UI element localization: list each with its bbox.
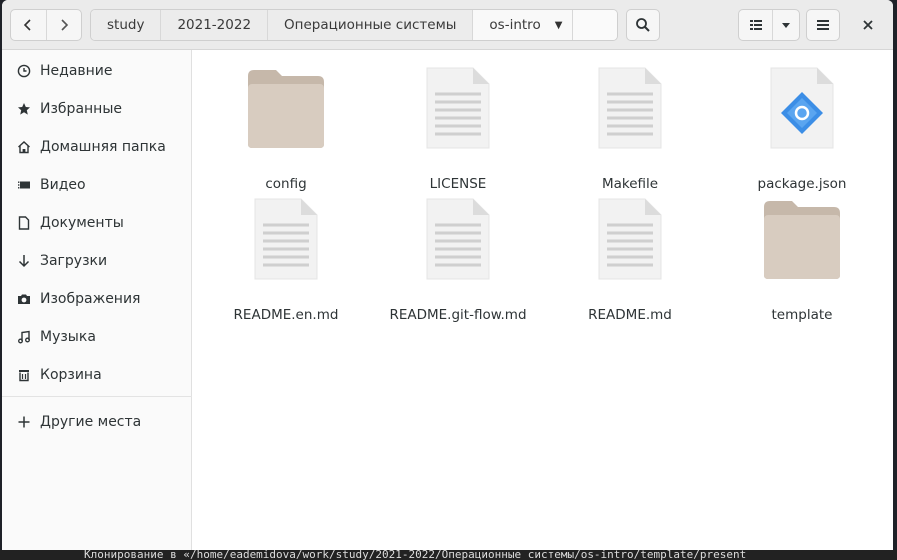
document-icon	[16, 215, 32, 231]
sidebar-item-recent[interactable]: Недавние	[2, 56, 192, 86]
file-item-makefile[interactable]: Makefile	[545, 66, 715, 192]
header-bar: study 2021-2022 Операционные системы os-…	[2, 0, 893, 50]
search-button[interactable]	[626, 9, 660, 41]
path-bar: study 2021-2022 Операционные системы os-…	[90, 9, 618, 41]
file-item-package-json[interactable]: package.json	[717, 66, 887, 192]
menu-button[interactable]	[806, 9, 840, 41]
music-icon	[16, 329, 32, 345]
text-file-icon	[254, 198, 318, 280]
navigation-buttons	[10, 9, 82, 41]
download-icon	[16, 253, 32, 269]
search-icon	[636, 18, 650, 32]
caret-down-icon[interactable]: ▼	[555, 20, 563, 31]
folder-icon	[764, 201, 840, 279]
sidebar-item-other-locations[interactable]: Другие места	[2, 407, 192, 437]
file-item-template[interactable]: template	[717, 197, 887, 323]
file-item-license[interactable]: LICENSE	[373, 66, 543, 192]
file-item-config[interactable]: config	[201, 66, 371, 192]
sidebar-item-starred[interactable]: Избранные	[2, 94, 192, 124]
close-button[interactable]	[854, 13, 882, 37]
file-item-readme[interactable]: README.md	[545, 197, 715, 323]
trash-icon	[16, 367, 32, 383]
forward-button[interactable]	[45, 10, 81, 40]
star-icon	[16, 101, 32, 117]
sidebar-item-trash[interactable]: Корзина	[2, 360, 192, 390]
breadcrumb-2021-2022[interactable]: 2021-2022	[161, 10, 269, 40]
camera-icon	[16, 291, 32, 307]
sidebar: Недавние Избранные Домашняя папка Видео …	[2, 50, 192, 550]
video-icon	[16, 177, 32, 193]
json-file-icon	[770, 67, 834, 149]
sidebar-item-pictures[interactable]: Изображения	[2, 284, 192, 314]
triangle-down-icon	[782, 23, 790, 28]
list-view-icon	[749, 20, 762, 30]
plus-icon	[16, 414, 32, 430]
path-bar-spacer	[573, 10, 617, 40]
view-options-button[interactable]	[773, 10, 799, 40]
text-file-icon	[598, 67, 662, 149]
home-icon	[16, 139, 32, 155]
text-file-icon	[426, 198, 490, 280]
sidebar-item-home[interactable]: Домашняя папка	[2, 132, 192, 162]
file-item-readme-en[interactable]: README.en.md	[201, 197, 371, 323]
file-item-readme-git-flow[interactable]: README.git-flow.md	[373, 197, 543, 323]
sidebar-item-downloads[interactable]: Загрузки	[2, 246, 192, 276]
folder-icon	[248, 70, 324, 148]
list-view-button[interactable]	[739, 10, 773, 40]
back-button[interactable]	[11, 10, 46, 40]
close-icon	[863, 20, 873, 30]
breadcrumb-os[interactable]: Операционные системы	[268, 10, 474, 40]
hamburger-menu-icon	[817, 20, 829, 30]
clock-icon	[16, 63, 32, 79]
sidebar-item-music[interactable]: Музыка	[2, 322, 192, 352]
text-file-icon	[426, 67, 490, 149]
sidebar-item-videos[interactable]: Видео	[2, 170, 192, 200]
breadcrumb-study[interactable]: study	[91, 10, 162, 40]
sidebar-item-documents[interactable]: Документы	[2, 208, 192, 238]
file-manager-window: study 2021-2022 Операционные системы os-…	[2, 0, 893, 550]
terminal-output: Клонирование в «/home/eademidova/work/st…	[0, 550, 897, 560]
sidebar-divider	[2, 396, 192, 397]
view-mode-group	[738, 9, 800, 41]
breadcrumb-os-intro[interactable]: os-intro ▼	[473, 10, 574, 40]
chevron-left-icon	[24, 19, 32, 31]
chevron-right-icon	[61, 19, 69, 31]
file-grid: config LICENSE Makefile package.json REA…	[193, 50, 893, 550]
text-file-icon	[598, 198, 662, 280]
